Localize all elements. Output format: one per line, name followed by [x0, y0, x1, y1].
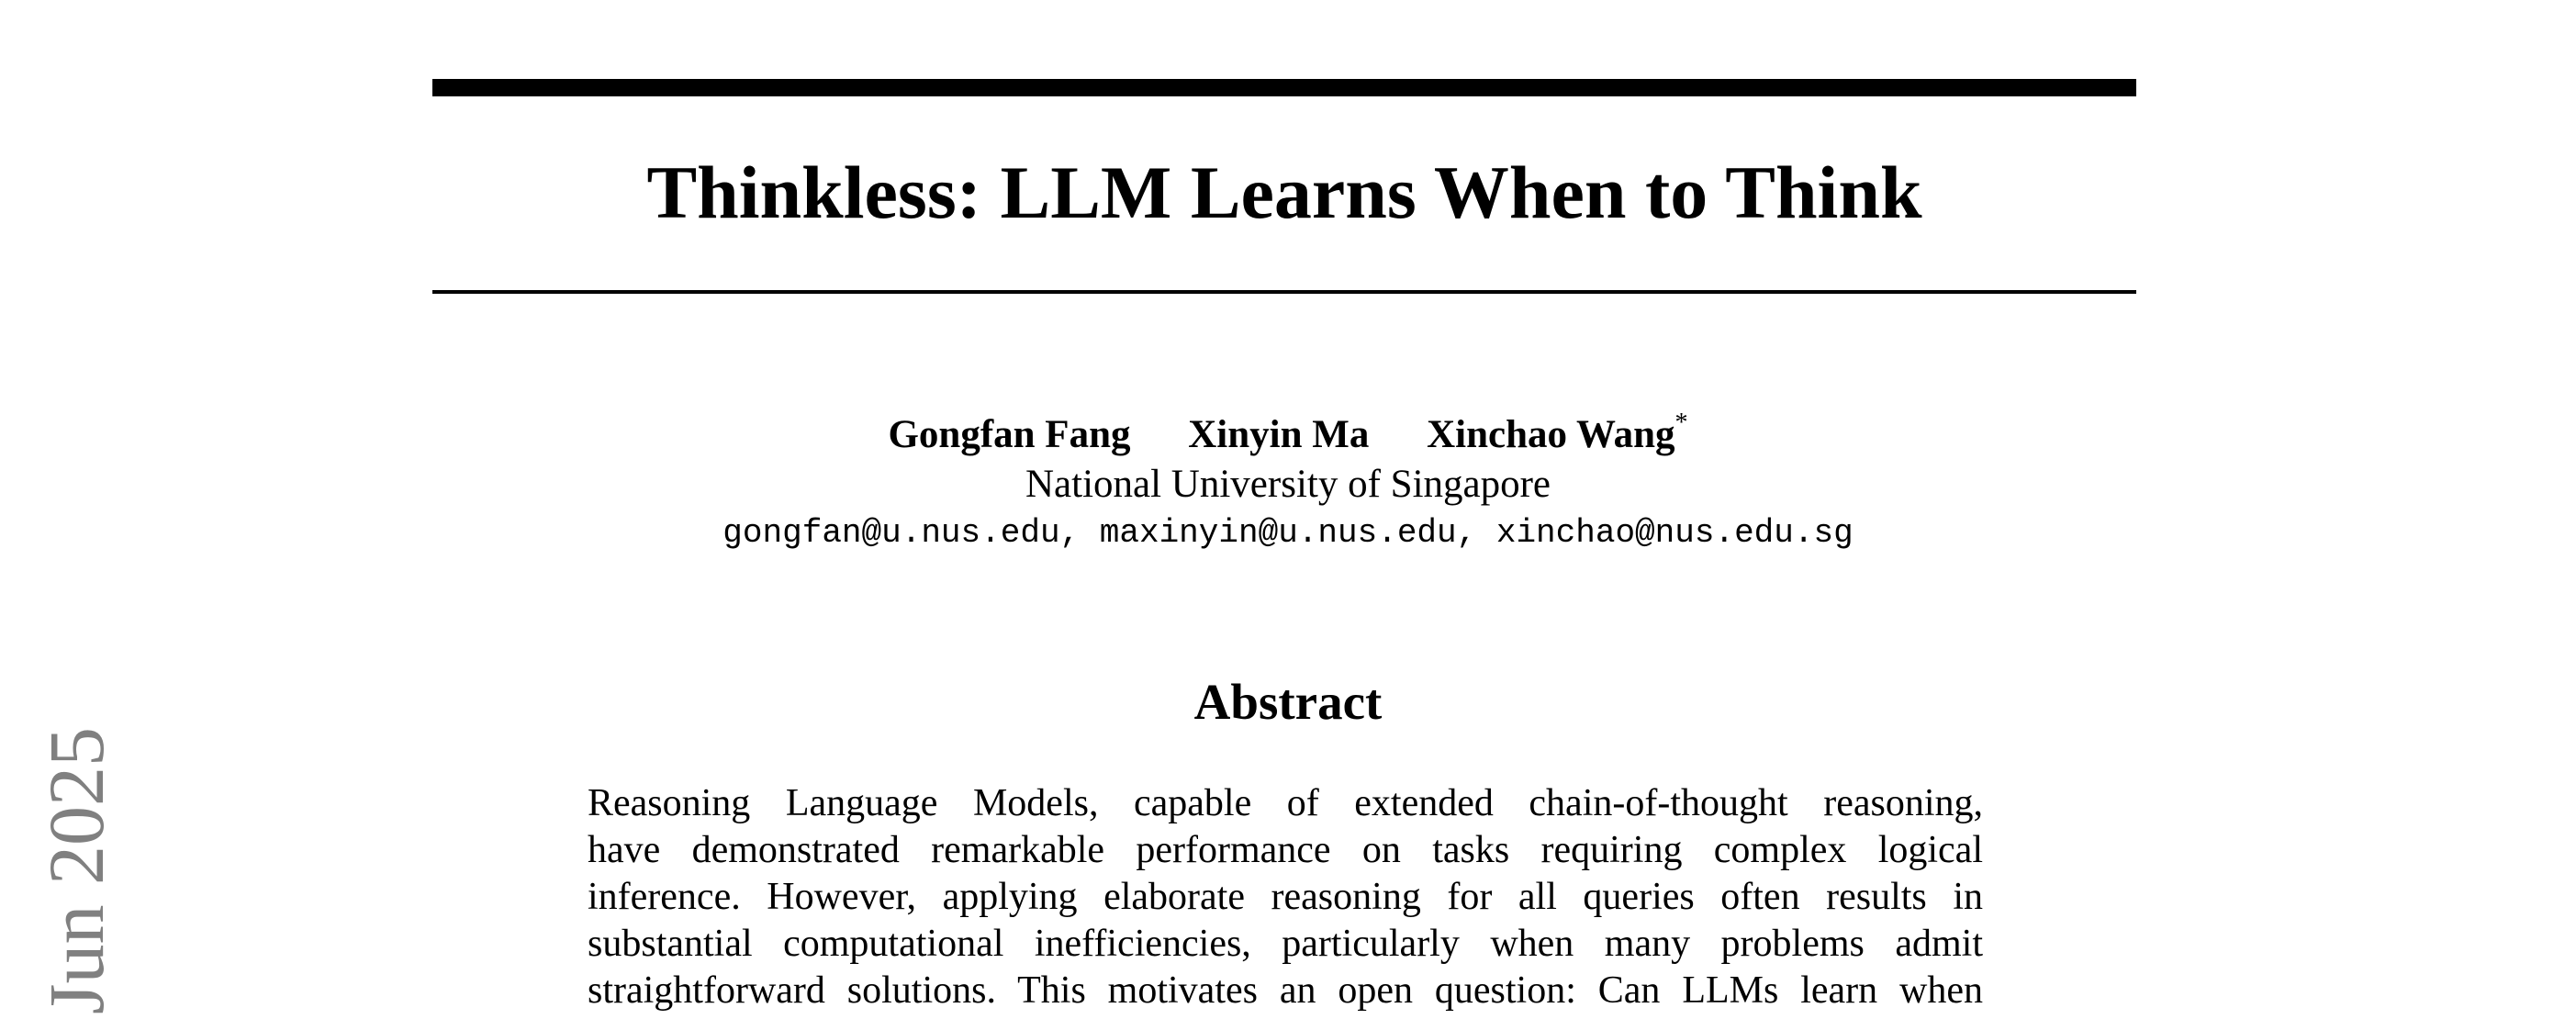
abstract-heading: Abstract [1193, 674, 1383, 730]
abstract-line: have demonstrated remarkable performance… [588, 829, 1983, 871]
abstract-line: inference. However, applying elaborate r… [588, 876, 1983, 918]
abstract-line: Reasoning Language Models, capable of ex… [588, 782, 1983, 824]
abstract-body: Reasoning Language Models, capable of ex… [588, 780, 1983, 1014]
author-list: Gongfan Fang Xinyin Ma Xinchao Wang* [0, 408, 2576, 463]
author-footnote-mark: * [1674, 409, 1688, 437]
abstract-line: substantial computational inefficiencies… [588, 923, 1983, 965]
paper-page: Thinkless: LLM Learns When to Think Gong… [0, 0, 2576, 1019]
author-name: Xinyin Ma [1188, 413, 1370, 456]
author-affiliation: National University of Singapore [1025, 463, 1551, 506]
abstract-line: straightforward solutions. This motivate… [588, 969, 1983, 1012]
author-name: Gongfan Fang [888, 413, 1131, 456]
title-bottom-rule [432, 290, 2136, 294]
title-top-rule [432, 79, 2136, 96]
paper-title: Thinkless: LLM Learns When to Think [646, 151, 1922, 234]
author-name: Xinchao Wang* [1427, 409, 1688, 457]
arxiv-date-stamp: Jun 2025 [32, 727, 120, 1014]
author-emails: gongfan@u.nus.edu, maxinyin@u.nus.edu, x… [722, 514, 1854, 552]
